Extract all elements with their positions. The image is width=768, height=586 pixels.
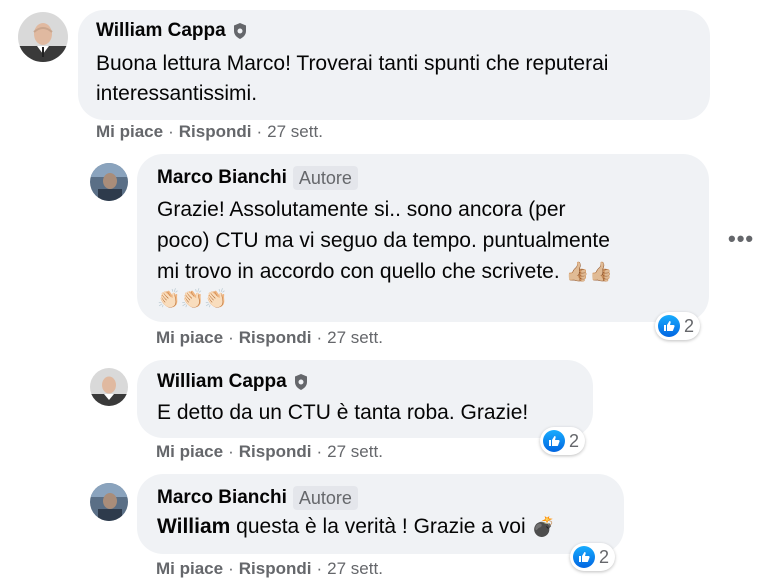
comment-timestamp[interactable]: 27 sett. xyxy=(327,328,383,347)
comment-timestamp[interactable]: 27 sett. xyxy=(327,442,383,461)
comment-timestamp[interactable]: 27 sett. xyxy=(327,559,383,578)
marco-avatar-icon xyxy=(90,483,128,521)
mention-link[interactable]: William xyxy=(157,515,230,538)
reaction-count-badge[interactable]: 2 xyxy=(655,312,701,340)
like-reaction-icon xyxy=(658,315,680,337)
avatar[interactable] xyxy=(90,483,128,521)
comment-bubble: Marco Bianchi Autore William questa è la… xyxy=(137,474,624,554)
like-button[interactable]: Mi piace xyxy=(156,328,223,347)
comment-author[interactable]: Marco Bianchi xyxy=(157,486,287,510)
william-avatar-icon xyxy=(90,368,128,406)
comment-author[interactable]: William Cappa xyxy=(96,19,226,43)
comment-text: William questa è la verità ! Grazie a vo… xyxy=(157,515,556,538)
avatar[interactable] xyxy=(90,163,128,201)
william-avatar-icon xyxy=(18,12,68,62)
reply-button[interactable]: Rispondi xyxy=(239,442,312,461)
comment-actions: Mi piace · Rispondi · 27 sett. xyxy=(156,442,383,461)
like-reaction-icon xyxy=(543,430,565,452)
reaction-count-badge[interactable]: 2 xyxy=(540,427,586,455)
more-options-icon[interactable]: ••• xyxy=(728,226,754,252)
comment-author[interactable]: William Cappa xyxy=(157,370,287,394)
author-badge: Autore xyxy=(292,486,358,510)
comment-actions: Mi piace · Rispondi · 27 sett. xyxy=(96,122,323,141)
bomb-emoji: 💣 xyxy=(531,517,556,538)
marco-avatar-icon xyxy=(90,163,128,201)
avatar[interactable] xyxy=(90,368,128,406)
shield-icon xyxy=(293,373,309,391)
comment-bubble: William Cappa E detto da un CTU è tanta … xyxy=(137,360,593,438)
like-reaction-icon xyxy=(573,546,595,568)
author-badge: Autore xyxy=(292,166,358,190)
comment-text: E detto da un CTU è tanta roba. Grazie! xyxy=(157,401,529,424)
comment-timestamp[interactable]: 27 sett. xyxy=(267,122,323,141)
comment-actions: Mi piace · Rispondi · 27 sett. xyxy=(156,559,383,578)
avatar[interactable] xyxy=(18,12,68,62)
like-button[interactable]: Mi piace xyxy=(156,442,223,461)
comment-text: Grazie! Assolutamente si.. sono ancora (… xyxy=(157,194,689,312)
like-button[interactable]: Mi piace xyxy=(96,122,163,141)
comment-actions: Mi piace · Rispondi · 27 sett. xyxy=(156,328,383,347)
reply-button[interactable]: Rispondi xyxy=(239,328,312,347)
clapping-emoji: 👏🏻👏🏻👏🏻 xyxy=(157,289,228,310)
comment-bubble: William Cappa Buona lettura Marco! Trove… xyxy=(78,10,710,120)
thumbs-up-emoji: 👍🏼👍🏼 xyxy=(565,262,613,283)
shield-icon xyxy=(232,22,248,40)
reaction-count-badge[interactable]: 2 xyxy=(570,543,616,571)
comment-author[interactable]: Marco Bianchi xyxy=(157,166,287,190)
like-button[interactable]: Mi piace xyxy=(156,559,223,578)
comment-bubble: Marco Bianchi Autore Grazie! Assolutamen… xyxy=(137,154,709,322)
reply-button[interactable]: Rispondi xyxy=(179,122,252,141)
reply-button[interactable]: Rispondi xyxy=(239,559,312,578)
comment-text: Buona lettura Marco! Troverai tanti spun… xyxy=(96,52,609,105)
